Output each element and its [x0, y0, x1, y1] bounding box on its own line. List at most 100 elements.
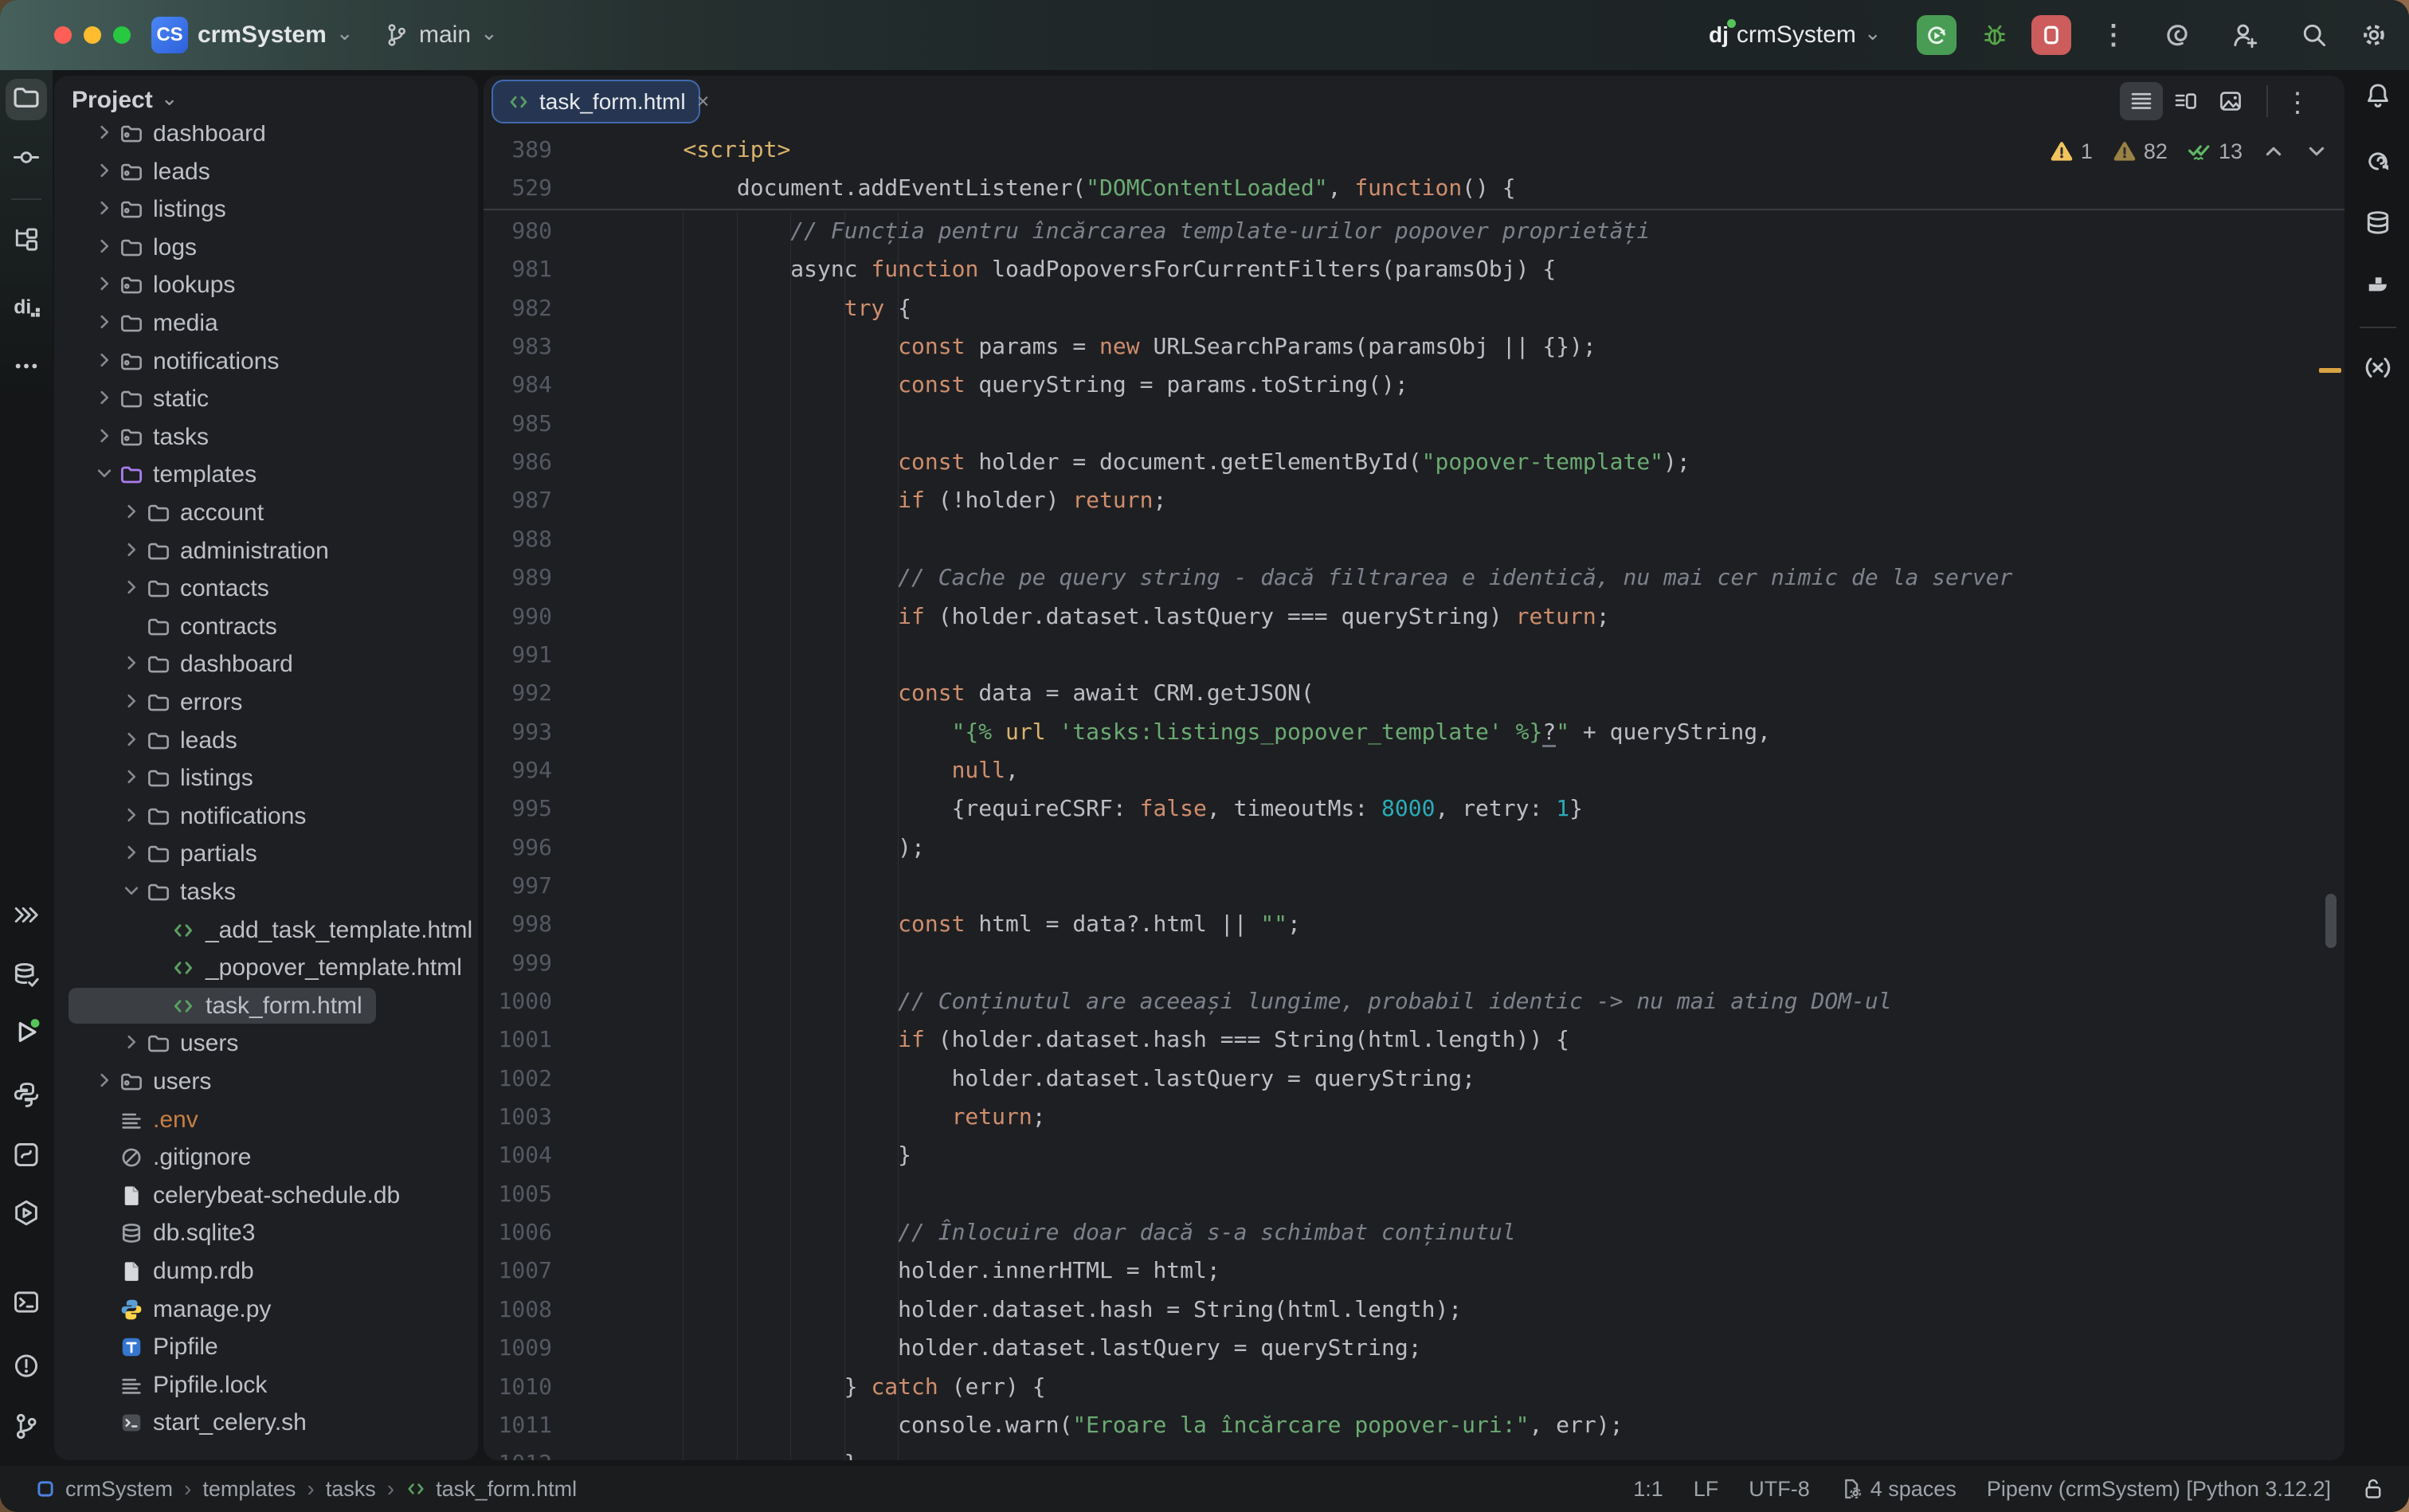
tree-item-tasks[interactable]: tasks — [54, 873, 478, 911]
database-tool-button[interactable] — [2364, 209, 2392, 241]
settings-button[interactable] — [2360, 0, 2388, 70]
editor-scrollbar[interactable] — [2325, 894, 2337, 948]
previous-problem-button[interactable] — [2262, 139, 2286, 163]
tree-item-dump-rdb[interactable]: dump.rdb — [54, 1252, 478, 1291]
more-tools-button[interactable] — [12, 352, 41, 385]
chevron-right-icon[interactable] — [94, 387, 118, 411]
status-item-lock[interactable] — [2361, 1477, 2385, 1501]
tree-item-static[interactable]: static — [54, 380, 478, 418]
chevron-right-icon[interactable] — [121, 691, 145, 715]
next-problem-button[interactable] — [2305, 139, 2329, 163]
tree-item-media[interactable]: media — [54, 304, 478, 343]
inspection-widget[interactable]: 1 82 13 — [2049, 139, 2329, 164]
git-tool-button[interactable] — [12, 1412, 41, 1445]
maximize-window-button[interactable] — [113, 26, 131, 44]
ai-assistant-button[interactable] — [2163, 0, 2192, 70]
django-plugin-tool-button[interactable] — [2364, 272, 2392, 305]
project-panel-header[interactable]: Project ⌄ — [54, 76, 478, 125]
chevron-right-icon[interactable] — [94, 273, 118, 297]
services-hex-tool-button[interactable] — [12, 1199, 41, 1232]
django-structure-tool-button[interactable]: di — [12, 293, 41, 326]
tree-item-pipfile[interactable]: Pipfile — [54, 1328, 478, 1366]
chevron-right-icon[interactable] — [121, 501, 145, 525]
tree-item-leads[interactable]: leads — [54, 153, 478, 191]
tree-item--popover-template-html[interactable]: _popover_template.html — [54, 949, 478, 987]
chevron-right-icon[interactable] — [94, 350, 118, 374]
tree-item-contacts[interactable]: contacts — [54, 570, 478, 608]
tree-item-logs[interactable]: logs — [54, 229, 478, 267]
ai-chat-tool-button[interactable] — [2364, 147, 2392, 179]
status-item-4-spaces[interactable]: 4 spaces — [1840, 1477, 1957, 1502]
tree-item-db-sqlite3[interactable]: db.sqlite3 — [54, 1214, 478, 1252]
view-mode-preview-button[interactable] — [2209, 82, 2252, 120]
forward-tool-button[interactable] — [12, 901, 41, 934]
status-item-lf[interactable]: LF — [1694, 1477, 1719, 1502]
project-widget[interactable]: CS crmSystem ⌄ — [151, 0, 354, 70]
stop-button[interactable] — [2031, 0, 2071, 70]
endpoints-tool-button[interactable] — [2363, 353, 2393, 387]
chevron-right-icon[interactable] — [94, 198, 118, 221]
tree-item-contracts[interactable]: contracts — [54, 608, 478, 646]
chevron-right-icon[interactable] — [121, 842, 145, 866]
close-tab-icon[interactable]: × — [697, 89, 710, 114]
code-with-me-button[interactable] — [2231, 0, 2259, 70]
more-actions-button[interactable]: ⋮ — [2100, 0, 2127, 70]
tree-item-task-form-html[interactable]: task_form.html — [54, 987, 478, 1025]
tree-item-account[interactable]: account — [54, 494, 478, 532]
status-item-1-1[interactable]: 1:1 — [1633, 1477, 1663, 1502]
chevron-right-icon[interactable] — [121, 652, 145, 676]
python-console-tool-button[interactable] — [12, 1141, 41, 1173]
chevron-down-icon[interactable] — [121, 880, 145, 904]
structure-tool-button[interactable] — [12, 225, 41, 258]
tree-item-pipfile-lock[interactable]: Pipfile.lock — [54, 1366, 478, 1404]
tree-item--env[interactable]: .env — [54, 1101, 478, 1139]
breadcrumb-item-task-form-html[interactable]: task_form.html — [405, 1477, 577, 1502]
notifications-button[interactable] — [2364, 81, 2392, 114]
tree-item-partials[interactable]: partials — [54, 835, 478, 873]
chevron-right-icon[interactable] — [121, 539, 145, 563]
run-configuration[interactable]: dj crmSystem ⌄ — [1709, 0, 1882, 70]
view-mode-code-button[interactable] — [2120, 82, 2163, 120]
debug-button[interactable] — [1981, 0, 2008, 70]
services-tool-button[interactable] — [12, 961, 41, 993]
project-tool-button[interactable] — [12, 84, 41, 116]
chevron-down-icon[interactable] — [94, 463, 118, 487]
tree-item-users[interactable]: users — [54, 1063, 478, 1101]
chevron-right-icon[interactable] — [121, 577, 145, 601]
chevron-right-icon[interactable] — [121, 1032, 145, 1056]
tree-item-leads[interactable]: leads — [54, 722, 478, 760]
chevron-right-icon[interactable] — [94, 425, 118, 449]
view-mode-split-button[interactable] — [2164, 82, 2207, 120]
tree-item-administration[interactable]: administration — [54, 532, 478, 570]
breadcrumb-item-crmsystem[interactable]: crmSystem — [35, 1477, 173, 1502]
rerun-button[interactable] — [1917, 0, 1957, 70]
status-item-pipenv-crmsystem-python-3-12-2-[interactable]: Pipenv (crmSystem) [Python 3.12.2] — [1987, 1477, 2331, 1502]
tree-item-tasks[interactable]: tasks — [54, 418, 478, 456]
minimize-window-button[interactable] — [84, 26, 101, 44]
tree-item-users[interactable]: users — [54, 1024, 478, 1063]
tree-item-templates[interactable]: templates — [54, 456, 478, 494]
branch-widget[interactable]: main ⌄ — [384, 0, 498, 70]
tree-item-notifications[interactable]: notifications — [54, 797, 478, 836]
tree-item-dashboard[interactable]: dashboard — [54, 645, 478, 684]
tree-item-notifications[interactable]: notifications — [54, 343, 478, 381]
tree-item-celerybeat-schedule-db[interactable]: celerybeat-schedule.db — [54, 1177, 478, 1215]
chevron-right-icon[interactable] — [121, 805, 145, 828]
problems-tool-button[interactable] — [12, 1352, 41, 1385]
run-tool-button[interactable] — [12, 1018, 41, 1051]
tree-item--gitignore[interactable]: .gitignore — [54, 1138, 478, 1177]
tree-item-lookups[interactable]: lookups — [54, 266, 478, 304]
tree-item-errors[interactable]: errors — [54, 684, 478, 722]
editor-options-button[interactable]: ⋮ — [2284, 87, 2311, 119]
code-editor[interactable]: 980 // Funcția pentru încărcarea templat… — [484, 129, 2344, 1460]
chevron-right-icon[interactable] — [94, 160, 118, 184]
tree-item-manage-py[interactable]: manage.py — [54, 1291, 478, 1329]
chevron-right-icon[interactable] — [94, 236, 118, 260]
breadcrumb-item-templates[interactable]: templates — [202, 1477, 296, 1502]
error-stripe-mark[interactable] — [2319, 368, 2341, 373]
tab-task-form[interactable]: task_form.html × — [492, 80, 700, 123]
tree-item-listings[interactable]: listings — [54, 190, 478, 229]
status-item-utf-8[interactable]: UTF-8 — [1749, 1477, 1810, 1502]
chevron-right-icon[interactable] — [121, 766, 145, 790]
tree-item-listings[interactable]: listings — [54, 759, 478, 797]
